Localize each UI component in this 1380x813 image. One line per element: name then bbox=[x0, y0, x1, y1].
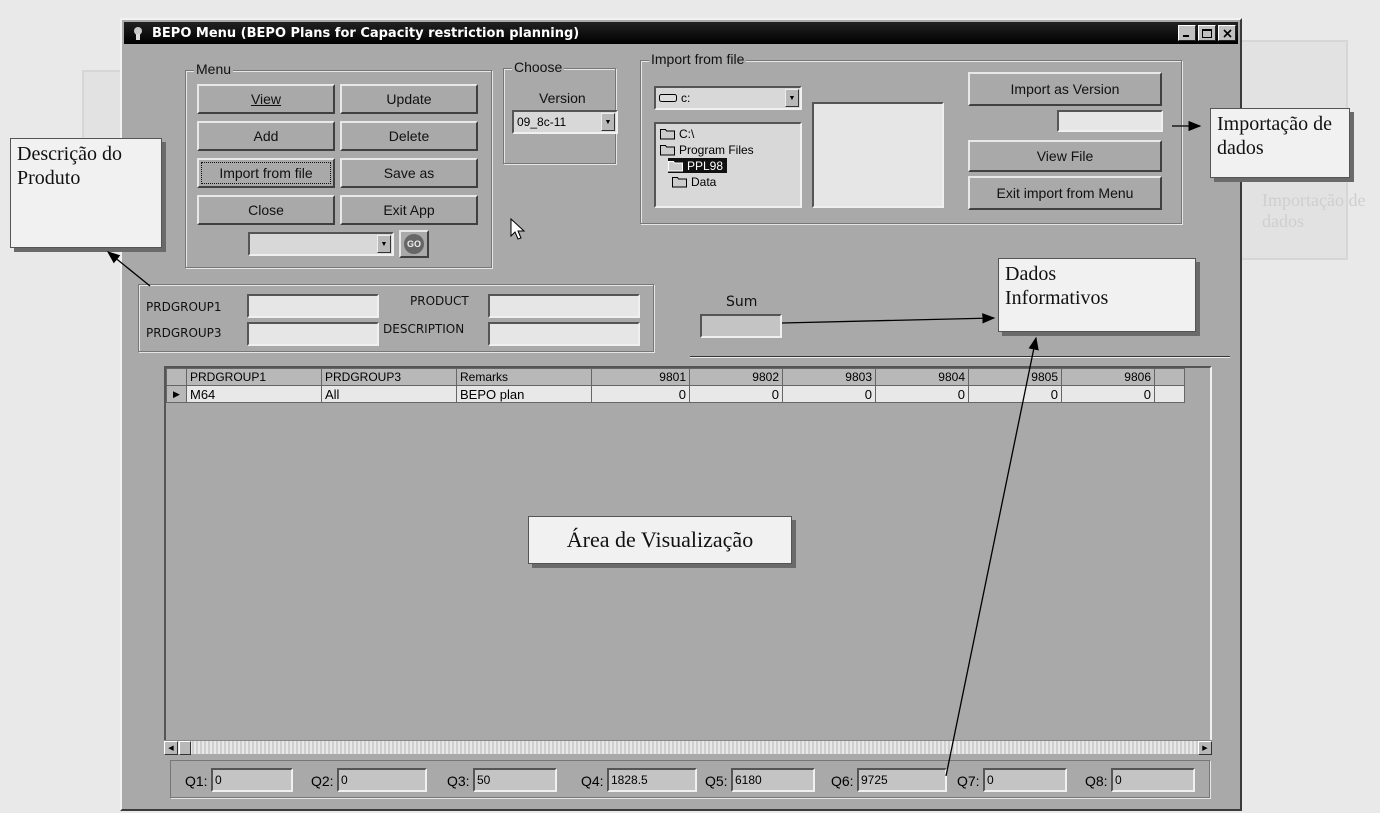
arrow-dados-q6 bbox=[945, 336, 1039, 777]
arrow-descricao bbox=[106, 251, 151, 287]
arrow-sum bbox=[781, 313, 996, 324]
annotation-arrows bbox=[106, 120, 1202, 777]
